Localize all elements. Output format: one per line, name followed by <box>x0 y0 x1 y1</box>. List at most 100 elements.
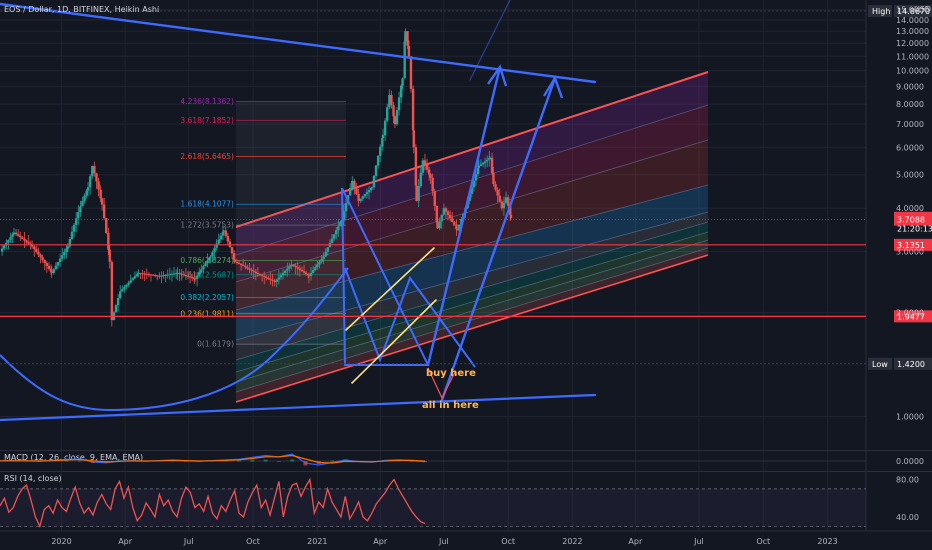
time-tick-label: Apr <box>373 537 388 546</box>
candle-body <box>41 257 44 261</box>
candle-body <box>403 41 406 79</box>
candle-body <box>56 262 60 266</box>
candle-body <box>230 247 234 254</box>
candle-body <box>219 235 223 240</box>
candle-body <box>2 245 6 249</box>
macd-histogram-bar <box>343 459 348 462</box>
chart-title: EOS / Dollar, 1D, BITFINEX, Heikin Ashi <box>4 5 159 14</box>
candle-body <box>9 237 12 240</box>
candle-body <box>172 273 176 275</box>
candle-body <box>37 251 40 255</box>
candle-body <box>151 274 155 276</box>
candle-body <box>166 274 169 276</box>
price-tick-label: 8.0000 <box>896 100 924 109</box>
candle-body <box>39 254 42 258</box>
time-tick-label: Jul <box>438 537 449 546</box>
candle-body <box>97 181 100 190</box>
fib-level-label: 3.618(7.1852) <box>180 116 234 125</box>
candle-body <box>286 268 289 271</box>
annotation-all-in-here: all in here <box>422 400 479 411</box>
candle-body <box>411 88 415 131</box>
time-tick-label: 2023 <box>817 537 837 546</box>
candle-body <box>502 202 506 209</box>
candle-body <box>224 230 227 236</box>
fib-level-label: 0.382(2.2057) <box>180 293 234 302</box>
candle-body <box>390 95 393 106</box>
candle-body <box>397 97 401 111</box>
candle-body <box>100 198 104 205</box>
candle-body <box>52 269 56 273</box>
macd-histogram-bar <box>356 461 361 462</box>
candle-body <box>77 212 80 219</box>
candle-body <box>294 265 297 268</box>
candle-body <box>318 261 321 265</box>
candle-body <box>425 164 429 170</box>
candle-body <box>381 135 385 139</box>
candle-body <box>16 234 20 236</box>
candle-body <box>359 198 362 201</box>
candle-body <box>494 184 497 190</box>
macd-histogram-bar <box>197 461 202 462</box>
candle-body <box>141 273 144 275</box>
candle-body <box>204 263 207 267</box>
macd-histogram-bar <box>51 460 56 462</box>
candle-body <box>209 256 212 258</box>
macd-histogram-bar <box>77 460 82 462</box>
candle-body <box>383 120 387 136</box>
rsi-tick-label: 40.00 <box>896 513 919 522</box>
candle-body <box>275 279 278 282</box>
candle-body <box>191 277 194 279</box>
candle-body <box>168 274 172 276</box>
rsi-tick-label: 80.00 <box>896 475 919 484</box>
candle-body <box>12 232 16 235</box>
price-tick-label: 9.0000 <box>896 82 924 91</box>
candle-body <box>496 189 499 196</box>
candle-body <box>379 146 382 156</box>
price-tick-label: 3.0000 <box>896 247 924 256</box>
macd-histogram-bar <box>263 459 268 462</box>
candle-body <box>116 298 120 306</box>
candle-body <box>442 208 446 215</box>
price-badge: 1.4200 <box>897 360 925 369</box>
candle-body <box>180 273 183 275</box>
candle-body <box>85 190 88 196</box>
candle-body <box>162 275 165 277</box>
candle-body <box>237 262 241 264</box>
candle-body <box>269 278 272 280</box>
candle-body <box>11 234 14 238</box>
candle-body <box>374 165 378 177</box>
candle-body <box>271 279 274 281</box>
candle-body <box>263 275 266 277</box>
macd-histogram-bar <box>104 461 109 463</box>
candle-body <box>388 95 391 108</box>
candle-body <box>367 190 371 193</box>
candle-body <box>211 252 214 257</box>
candle-body <box>370 187 374 189</box>
candle-body <box>30 245 34 247</box>
macd-histogram-bar <box>409 461 414 462</box>
macd-histogram-bar <box>276 461 281 462</box>
price-tick-label: 10.0000 <box>896 67 929 76</box>
candle-body <box>58 258 62 263</box>
candle-body <box>133 276 137 279</box>
macd-histogram-bar <box>90 461 95 463</box>
candle-body <box>406 31 409 46</box>
candle-body <box>485 159 489 162</box>
candle-body <box>451 218 454 222</box>
macd-histogram-bar <box>144 461 149 462</box>
candle-body <box>248 268 251 270</box>
macd-histogram-bar <box>369 461 374 462</box>
candle-body <box>277 277 281 280</box>
candle-body <box>43 260 46 263</box>
time-tick-label: Oct <box>501 537 515 546</box>
chart-canvas: 4.236(8.1362) 3.618(7.1852) 2.618(5.6465) 1… <box>0 0 932 550</box>
price-tick-label: 5.0000 <box>896 171 924 180</box>
candle-body <box>121 289 124 292</box>
candle-body <box>302 271 306 273</box>
fib-block-bg <box>236 101 346 345</box>
macd-histogram-bar <box>11 460 16 462</box>
candle-body <box>314 267 317 271</box>
candle-body <box>298 268 302 270</box>
macd-histogram-bar <box>303 461 308 466</box>
price-tick-label: 4.0000 <box>896 204 924 213</box>
